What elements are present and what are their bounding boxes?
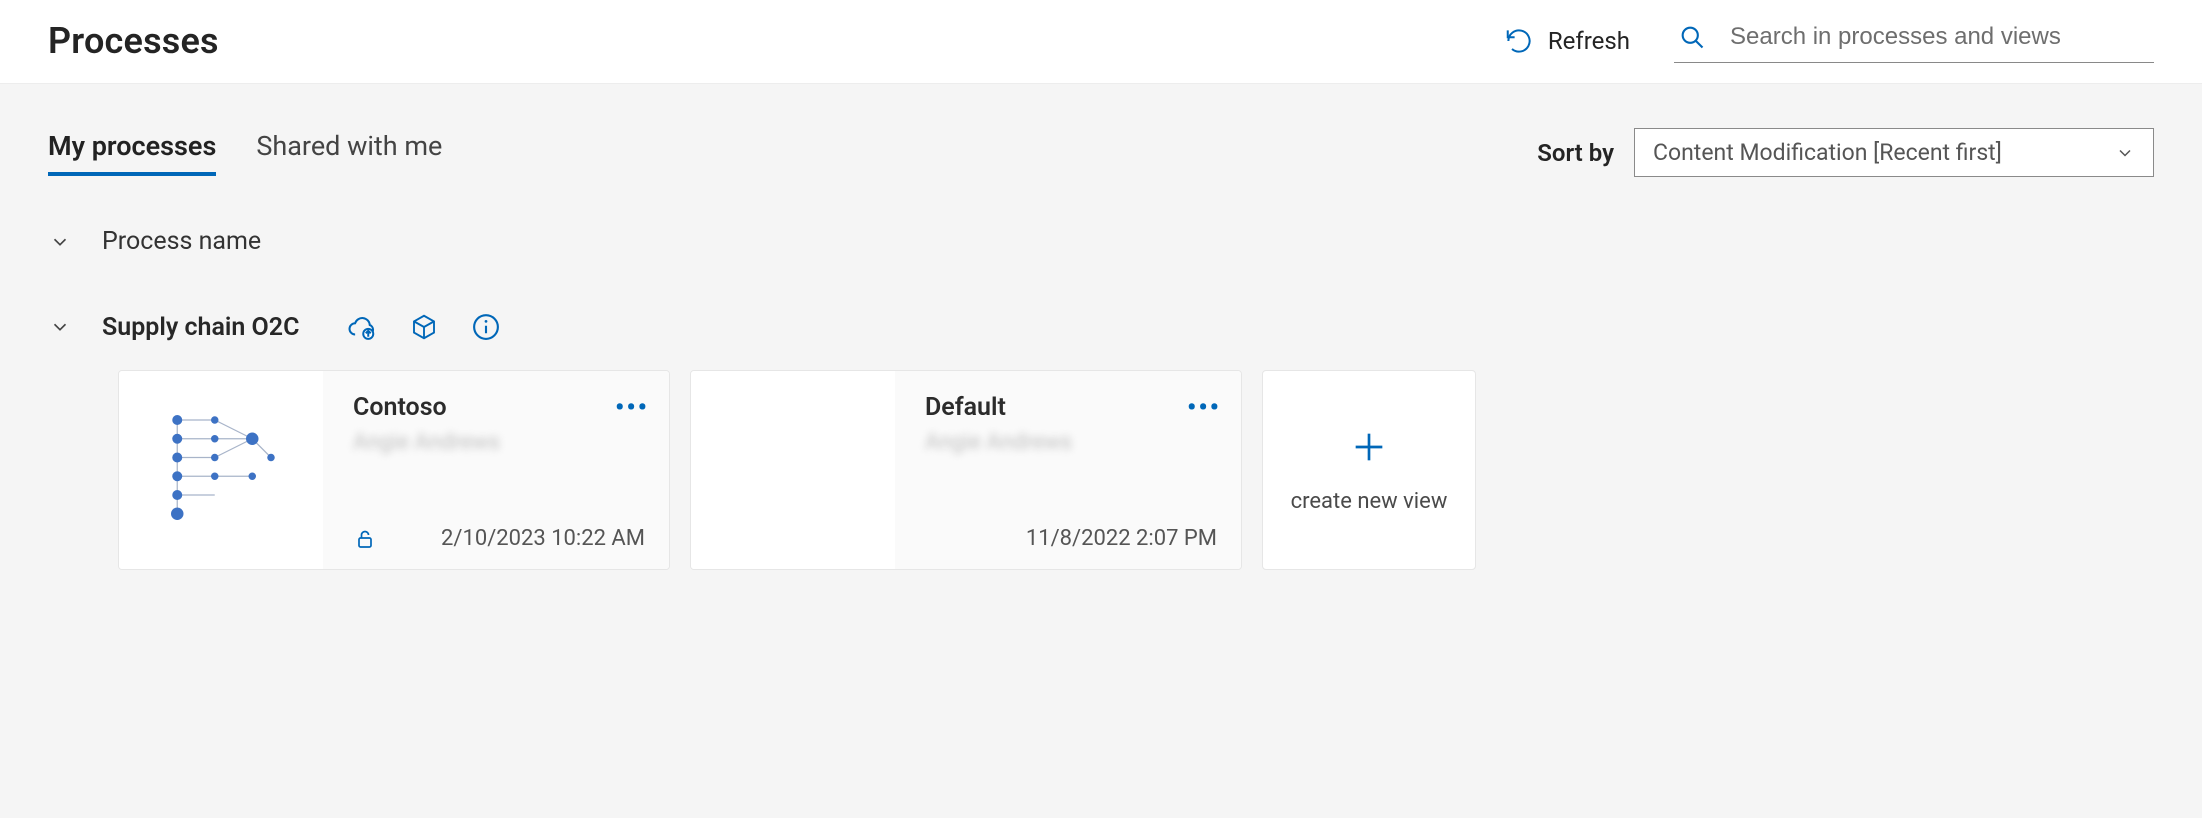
cards-row: ••• Contoso Angie Andrews 2/10/2023 10:2… xyxy=(118,370,2154,570)
process-actions xyxy=(347,312,501,342)
card-footer: 2/10/2023 10:22 AM xyxy=(353,526,645,551)
column-header-row: Process name xyxy=(48,227,2154,256)
second-row: My processes Shared with me Sort by Cont… xyxy=(48,128,2154,177)
sort-select[interactable]: Content Modification [Recent first] xyxy=(1634,128,2154,177)
page-title: Processes xyxy=(48,20,219,62)
content: My processes Shared with me Sort by Cont… xyxy=(0,84,2202,630)
info-icon[interactable] xyxy=(471,312,501,342)
column-collapse-icon[interactable] xyxy=(48,230,72,254)
cloud-upload-icon[interactable] xyxy=(347,312,377,342)
sort-value: Content Modification [Recent first] xyxy=(1653,139,2002,166)
top-bar: Processes Refresh xyxy=(0,0,2202,84)
view-title: Contoso xyxy=(353,393,645,422)
view-timestamp: 2/10/2023 10:22 AM xyxy=(441,526,645,551)
tabs: My processes Shared with me xyxy=(48,130,442,176)
package-icon[interactable] xyxy=(409,312,439,342)
card-footer: 11/8/2022 2:07 PM xyxy=(925,526,1217,551)
view-thumbnail xyxy=(119,371,323,569)
lock-icon xyxy=(353,527,377,551)
card-body: ••• Default Angie Andrews 11/8/2022 2:07… xyxy=(895,371,1241,569)
view-card-default[interactable]: ••• Default Angie Andrews 11/8/2022 2:07… xyxy=(690,370,1242,570)
card-menu-icon[interactable]: ••• xyxy=(615,393,649,423)
card-body: ••• Contoso Angie Andrews 2/10/2023 10:2… xyxy=(323,371,669,569)
refresh-label: Refresh xyxy=(1548,27,1630,55)
view-card-contoso[interactable]: ••• Contoso Angie Andrews 2/10/2023 10:2… xyxy=(118,370,670,570)
card-menu-icon[interactable]: ••• xyxy=(1187,393,1221,423)
sort-label: Sort by xyxy=(1537,139,1614,167)
create-new-view-button[interactable]: create new view xyxy=(1262,370,1476,570)
process-name: Supply chain O2C xyxy=(102,313,299,342)
column-process-name: Process name xyxy=(102,227,261,256)
view-title: Default xyxy=(925,393,1217,422)
view-owner: Angie Andrews xyxy=(925,430,1217,455)
view-thumbnail xyxy=(691,371,895,569)
search-input[interactable] xyxy=(1728,22,2150,52)
tab-shared-with-me[interactable]: Shared with me xyxy=(256,130,442,176)
refresh-icon xyxy=(1504,26,1534,56)
search-box[interactable] xyxy=(1674,18,2154,63)
process-group-supply-chain: Supply chain O2C xyxy=(48,312,2154,342)
sort-box: Sort by Content Modification [Recent fir… xyxy=(1537,128,2154,177)
tab-my-processes[interactable]: My processes xyxy=(48,130,216,176)
plus-icon xyxy=(1349,427,1389,467)
view-timestamp: 11/8/2022 2:07 PM xyxy=(1026,526,1217,551)
top-actions: Refresh xyxy=(1504,18,2154,63)
create-new-view-label: create new view xyxy=(1291,489,1448,514)
tab-my-label: My processes xyxy=(48,130,216,162)
search-icon xyxy=(1678,23,1706,51)
tab-shared-label: Shared with me xyxy=(256,130,442,162)
view-owner: Angie Andrews xyxy=(353,430,645,455)
process-collapse-icon[interactable] xyxy=(48,315,72,339)
refresh-button[interactable]: Refresh xyxy=(1504,26,1630,56)
chevron-down-icon xyxy=(2115,143,2135,163)
